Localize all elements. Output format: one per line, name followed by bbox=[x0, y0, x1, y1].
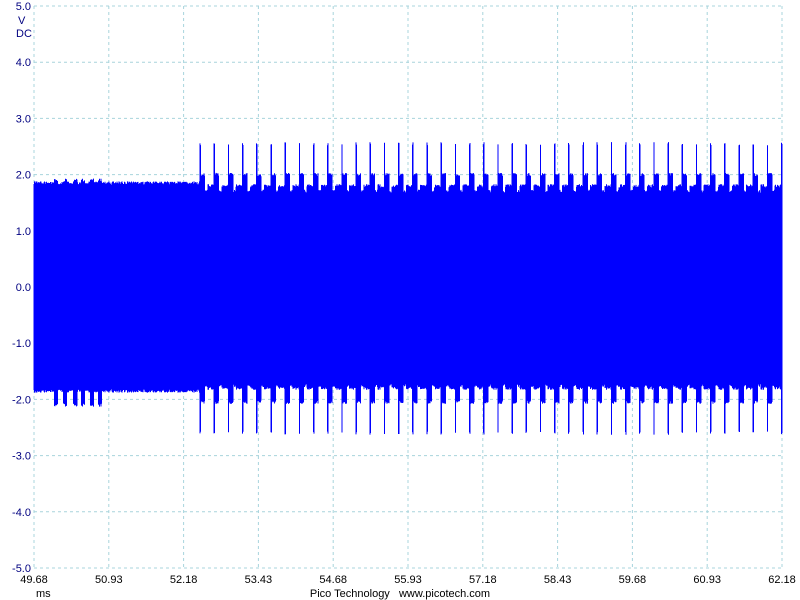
y-tick-label: 2.0 bbox=[16, 170, 31, 182]
x-tick-label: 54.68 bbox=[319, 574, 347, 586]
x-tick-label: 57.18 bbox=[469, 574, 497, 586]
y-unit-label-dc: DC bbox=[16, 28, 32, 40]
x-tick-label: 62.18 bbox=[768, 574, 796, 586]
x-tick-label: 58.43 bbox=[544, 574, 572, 586]
x-tick-label: 59.68 bbox=[619, 574, 647, 586]
x-unit-label: ms bbox=[36, 588, 51, 600]
y-unit-label-v: V bbox=[18, 15, 26, 27]
x-tick-label: 55.93 bbox=[394, 574, 422, 586]
y-tick-label: -1.0 bbox=[12, 338, 31, 350]
y-tick-label: 0.0 bbox=[16, 282, 31, 294]
y-tick-label: 1.0 bbox=[16, 226, 31, 238]
y-tick-label: -2.0 bbox=[12, 394, 31, 406]
y-tick-label: 5.0 bbox=[16, 1, 31, 13]
y-tick-label: 4.0 bbox=[16, 57, 31, 69]
footer-credit: Pico Technology www.picotech.com bbox=[310, 588, 490, 600]
x-tick-label: 49.68 bbox=[20, 574, 48, 586]
y-tick-label: -3.0 bbox=[12, 451, 31, 463]
y-tick-label: -4.0 bbox=[12, 507, 31, 519]
x-tick-label: 52.18 bbox=[170, 574, 198, 586]
x-tick-label: 50.93 bbox=[95, 574, 123, 586]
x-tick-label: 60.93 bbox=[693, 574, 721, 586]
x-tick-label: 53.43 bbox=[245, 574, 273, 586]
y-tick-label: 3.0 bbox=[16, 113, 31, 125]
oscilloscope-chart: 5.04.03.02.01.00.0-1.0-2.0-3.0-4.0-5.0 4… bbox=[0, 0, 800, 600]
